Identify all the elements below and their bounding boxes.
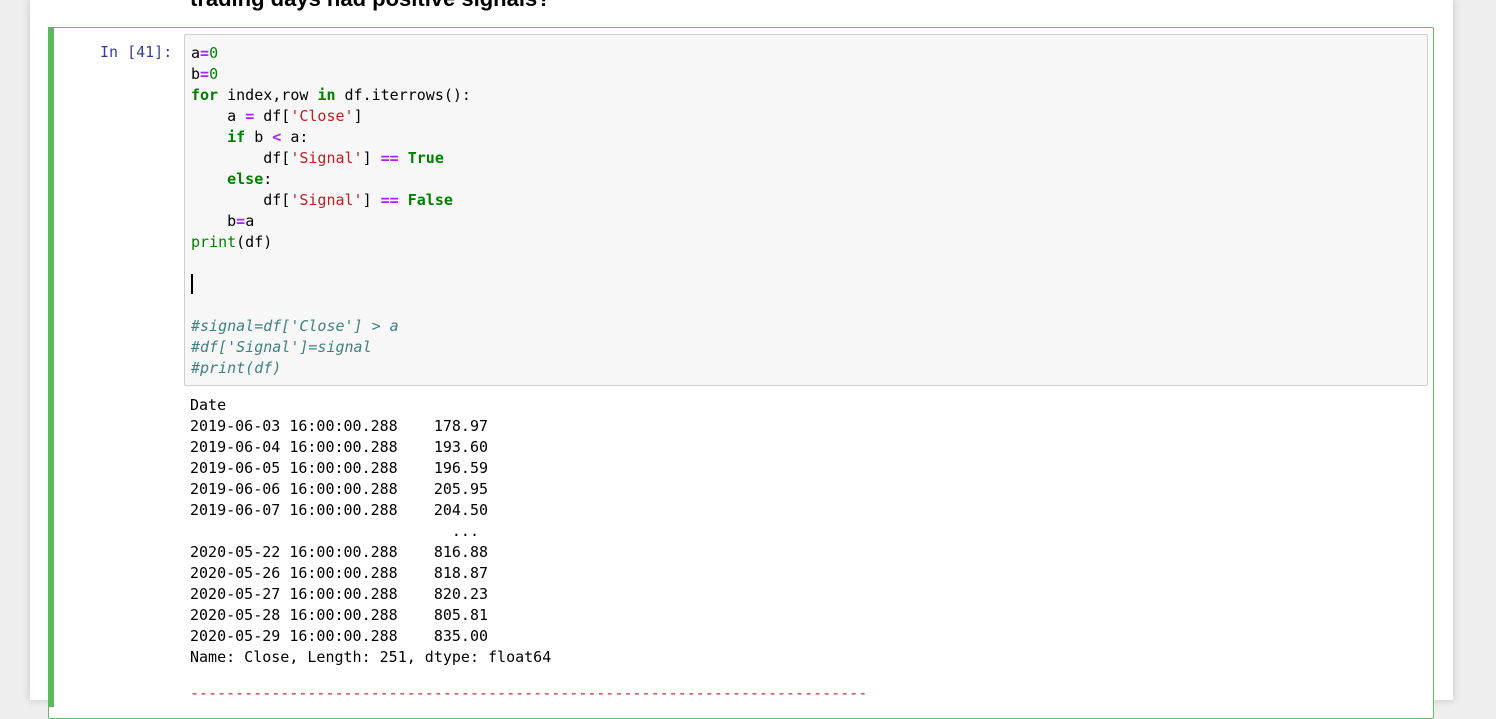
code-token: df[ bbox=[191, 191, 291, 209]
code-token: df[ bbox=[254, 107, 291, 125]
code-token: a: bbox=[281, 128, 309, 146]
code-token: df[ bbox=[191, 149, 291, 167]
code-token: else bbox=[227, 170, 264, 188]
cell-output: Date 2019-06-03 16:00:00.288 178.97 2019-0… bbox=[190, 395, 551, 668]
markdown-heading: trading days had positive signals? bbox=[190, 0, 551, 12]
code-token: == bbox=[380, 191, 399, 209]
output-line: Name: Close, Length: 251, dtype: float64 bbox=[190, 648, 552, 666]
code-token: print bbox=[191, 233, 237, 251]
output-line: 2020-05-26 16:00:00.288 818.87 bbox=[190, 564, 489, 582]
output-line: 2019-06-03 16:00:00.288 178.97 bbox=[190, 417, 489, 435]
output-line: 2020-05-28 16:00:00.288 805.81 bbox=[190, 606, 489, 624]
code-token: df.iterrows(): bbox=[335, 86, 471, 104]
code-line[interactable] bbox=[191, 295, 471, 316]
code-token: #signal=df['Close'] > a bbox=[191, 317, 399, 335]
code-token: in bbox=[317, 86, 336, 104]
output-line: 2019-06-05 16:00:00.288 196.59 bbox=[190, 459, 489, 477]
code-token: #df['Signal']=signal bbox=[191, 338, 372, 356]
code-line[interactable]: a=0 bbox=[191, 43, 471, 64]
code-token: 0 bbox=[209, 44, 219, 62]
code-token: ] bbox=[362, 191, 381, 209]
code-token: 'Signal' bbox=[290, 149, 363, 167]
output-line: 2020-05-27 16:00:00.288 820.23 bbox=[190, 585, 489, 603]
input-prompt: In [41]: bbox=[100, 43, 173, 61]
code-token: < bbox=[272, 128, 282, 146]
code-line[interactable]: b=a bbox=[191, 211, 471, 232]
code-token: #print(df) bbox=[191, 359, 282, 377]
cell-selection-bar bbox=[48, 27, 54, 707]
output-line: 2019-06-04 16:00:00.288 193.60 bbox=[190, 438, 489, 456]
code-line[interactable] bbox=[191, 274, 471, 295]
code-token: a bbox=[191, 107, 246, 125]
code-token: == bbox=[380, 149, 399, 167]
code-line[interactable] bbox=[191, 253, 471, 274]
code-line[interactable]: #signal=df['Close'] > a bbox=[191, 316, 471, 337]
error-separator: ----------------------------------------… bbox=[190, 684, 868, 702]
code-line[interactable]: b=0 bbox=[191, 64, 471, 85]
code-token: False bbox=[407, 191, 453, 209]
code-line[interactable]: a = df['Close'] bbox=[191, 106, 471, 127]
code-token: b bbox=[245, 128, 273, 146]
code-token: = bbox=[245, 107, 255, 125]
code-token: 'Signal' bbox=[290, 191, 363, 209]
code-token: b bbox=[191, 65, 201, 83]
code-line[interactable]: df['Signal'] == False bbox=[191, 190, 471, 211]
output-line: Date bbox=[190, 396, 227, 414]
output-line: 2019-06-06 16:00:00.288 205.95 bbox=[190, 480, 489, 498]
code-token: for bbox=[191, 86, 219, 104]
code-line[interactable]: df['Signal'] == True bbox=[191, 148, 471, 169]
code-token: : bbox=[263, 170, 273, 188]
code-token: = bbox=[200, 65, 210, 83]
code-token: a bbox=[191, 44, 201, 62]
code-token: 0 bbox=[209, 65, 219, 83]
code-token: a bbox=[245, 212, 255, 230]
code-editor[interactable]: a=0 b=0 for index,row in df.iterrows(): a … bbox=[184, 34, 1428, 386]
code-token: b bbox=[191, 212, 237, 230]
code-line[interactable]: for index,row in df.iterrows(): bbox=[191, 85, 471, 106]
code-line[interactable]: #df['Signal']=signal bbox=[191, 337, 471, 358]
text-cursor bbox=[191, 274, 193, 294]
code-token: (df) bbox=[236, 233, 273, 251]
code-token: True bbox=[407, 149, 444, 167]
code-line[interactable]: if b < a: bbox=[191, 127, 471, 148]
code-line[interactable]: #print(df) bbox=[191, 358, 471, 379]
output-line: ... bbox=[190, 522, 479, 540]
code-text[interactable]: a=0 b=0 for index,row in df.iterrows(): a … bbox=[191, 43, 471, 379]
output-line: 2020-05-29 16:00:00.288 835.00 bbox=[190, 627, 489, 645]
code-line[interactable]: print(df) bbox=[191, 232, 471, 253]
code-token: if bbox=[227, 128, 246, 146]
code-token: 'Close' bbox=[290, 107, 354, 125]
output-line: 2019-06-07 16:00:00.288 204.50 bbox=[190, 501, 489, 519]
code-token: = bbox=[236, 212, 246, 230]
code-token: ] bbox=[362, 149, 381, 167]
code-token: = bbox=[200, 44, 210, 62]
code-token: ] bbox=[353, 107, 363, 125]
output-line: 2020-05-22 16:00:00.288 816.88 bbox=[190, 543, 489, 561]
code-line[interactable]: else: bbox=[191, 169, 471, 190]
code-token: index,row bbox=[218, 86, 318, 104]
